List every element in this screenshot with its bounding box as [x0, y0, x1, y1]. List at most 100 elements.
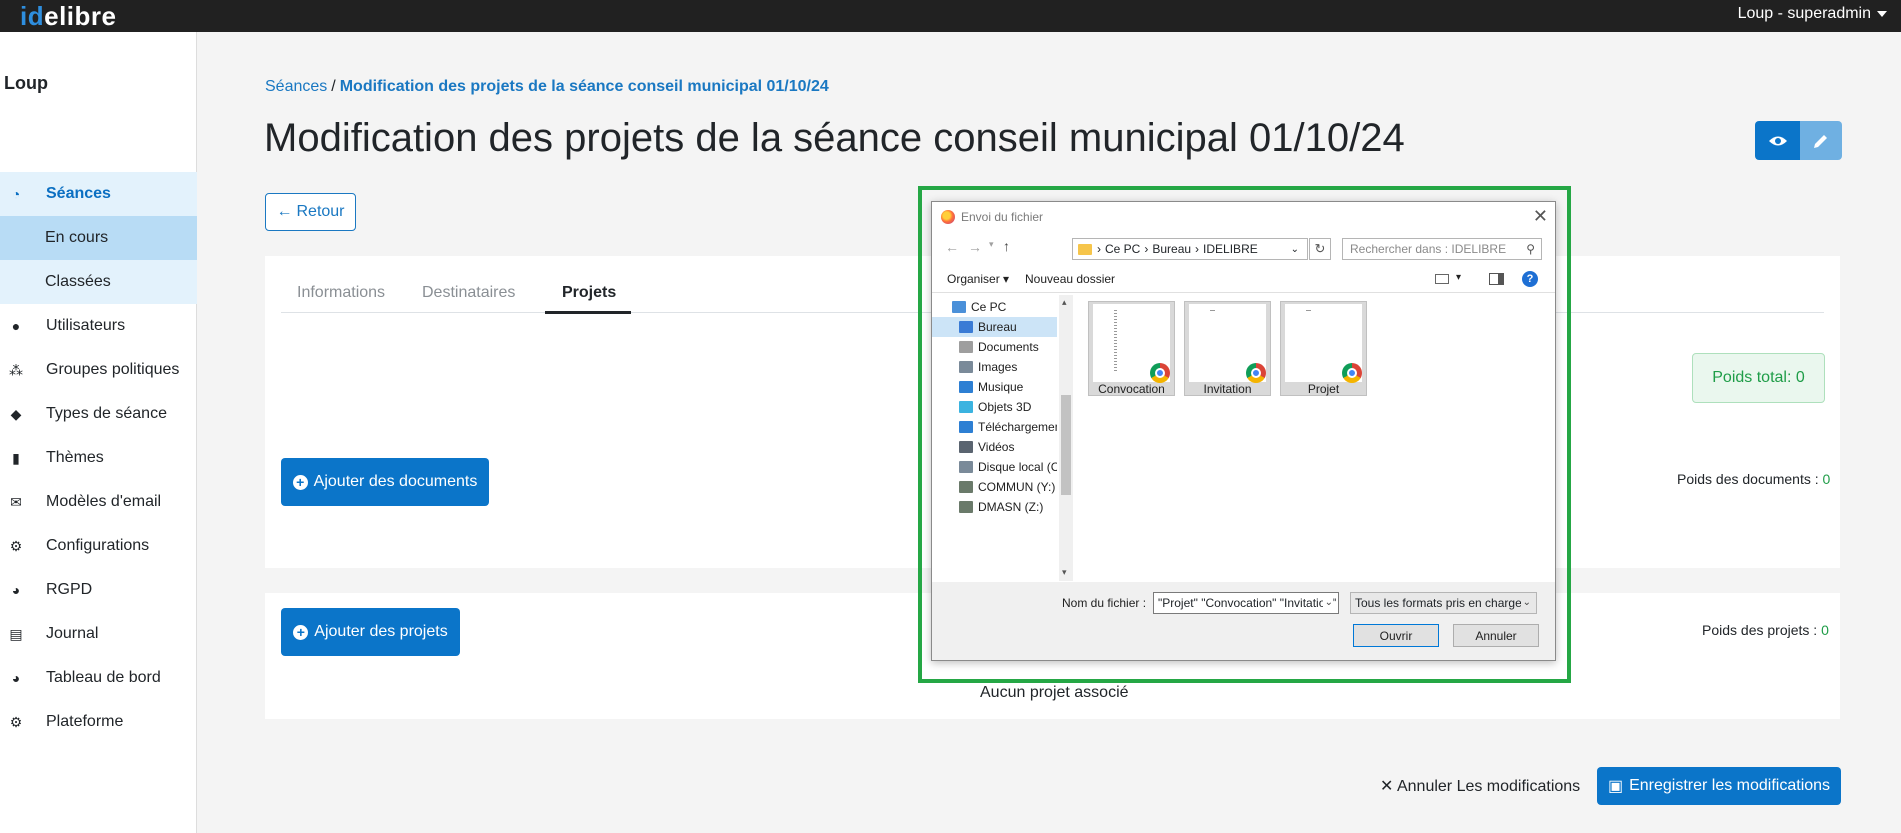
cancel-changes-button[interactable]: ✕ Annuler Les modifications — [1380, 776, 1580, 796]
tree-item-disque-local[interactable]: Disque local (C:) — [932, 457, 1057, 477]
arrow-left-icon: ← — [276, 203, 293, 220]
close-icon[interactable]: ✕ — [1533, 206, 1548, 227]
dialog-cancel-button[interactable]: Annuler — [1453, 624, 1539, 647]
dashboard-icon: ◕ — [11, 670, 21, 686]
documents-icon — [959, 341, 973, 353]
sidebar-item-plateforme[interactable]: ⚙ Plateforme — [0, 700, 197, 744]
sidebar-item-en-cours[interactable]: En cours — [0, 216, 197, 260]
chevron-down-icon[interactable]: ▾ — [1062, 567, 1067, 578]
path-segment[interactable]: IDELIBRE — [1203, 242, 1258, 256]
back-button[interactable]: ← Retour — [265, 193, 356, 231]
preview-pane-icon[interactable] — [1489, 273, 1504, 285]
tree-item-documents[interactable]: Documents — [932, 337, 1057, 357]
sidebar-item-types-de-seance[interactable]: ◆ Types de séance — [0, 392, 197, 436]
sidebar-item-journal[interactable]: ▤ Journal — [0, 612, 197, 656]
dialog-toolbar: Organiser ▾ Nouveau dossier ▾ ? — [932, 265, 1555, 293]
chrome-icon — [1246, 363, 1266, 383]
sidebar-item-themes[interactable]: ▮ Thèmes — [0, 436, 197, 480]
total-weight-badge: Poids total: 0 — [1692, 353, 1825, 403]
user-icon: ● — [11, 318, 21, 334]
tree-item-musique[interactable]: Musique — [932, 377, 1057, 397]
plus-circle-icon: + — [292, 474, 308, 490]
tree-item-objets-3d[interactable]: Objets 3D — [932, 397, 1057, 417]
filename-input[interactable]: "Projet" "Convocation" "Invitation" ⌄ — [1153, 592, 1339, 614]
refresh-button[interactable]: ↻ — [1309, 238, 1331, 260]
breadcrumb: Séances / Modification des projets de la s… — [265, 78, 829, 96]
new-folder-button[interactable]: Nouveau dossier — [1025, 272, 1115, 286]
breadcrumb-seances-link[interactable]: Séances — [265, 78, 327, 95]
sidebar-item-rgpd[interactable]: ◕ RGPD — [0, 568, 197, 612]
edit-button[interactable] — [1800, 121, 1842, 160]
path-segment[interactable]: Bureau — [1152, 242, 1191, 256]
dashboard-icon: ◕ — [11, 582, 21, 598]
pencil-icon — [1814, 134, 1827, 148]
top-bar: idelibre Loup - superadmin — [0, 0, 1901, 32]
back-arrow-icon[interactable]: ← — [945, 239, 959, 255]
tree-item-bureau[interactable]: Bureau — [932, 317, 1057, 337]
scrollbar-thumb[interactable] — [1061, 395, 1071, 495]
chevron-down-icon: ⌄ — [1520, 597, 1531, 608]
sidebar-item-modeles-email[interactable]: ✉ Modèles d'email — [0, 480, 197, 524]
folder-icon — [1078, 243, 1092, 255]
tree-item-images[interactable]: Images — [932, 357, 1057, 377]
file-type-select[interactable]: Tous les formats pris en charge ⌄ — [1350, 592, 1537, 614]
tree-item-commun[interactable]: COMMUN (Y:) — [932, 477, 1057, 497]
view-options-icon[interactable] — [1435, 274, 1449, 284]
organize-menu[interactable]: Organiser ▾ — [947, 272, 1009, 286]
sidebar-item-tableau-de-bord[interactable]: ◕ Tableau de bord — [0, 656, 197, 700]
dialog-title: Envoi du fichier — [961, 210, 1044, 224]
desktop-icon — [959, 321, 973, 333]
user-menu[interactable]: Loup - superadmin — [1738, 5, 1887, 23]
chevron-down-icon[interactable]: ⌄ — [1322, 597, 1333, 608]
sidebar-item-classees[interactable]: Classées — [0, 260, 197, 304]
gauge-icon: ◔ — [11, 186, 21, 202]
gears-icon: ⚙ — [9, 713, 23, 730]
chrome-icon — [1150, 363, 1170, 383]
file-item-invitation[interactable]: Invitation — [1184, 301, 1271, 396]
sidebar-item-groupes-politiques[interactable]: ⁂ Groupes politiques — [0, 348, 197, 392]
forward-arrow-icon[interactable]: → — [968, 239, 982, 255]
sidebar-item-utilisateurs[interactable]: ● Utilisateurs — [0, 304, 197, 348]
download-icon — [959, 421, 973, 433]
caret-down-icon — [1877, 10, 1887, 17]
chevron-down-icon[interactable]: ▾ — [989, 239, 994, 250]
address-bar[interactable]: › Ce PC › Bureau › IDELIBRE ⌄ — [1072, 238, 1308, 260]
tree-item-telechargements[interactable]: Téléchargements — [932, 417, 1057, 437]
video-icon — [959, 441, 973, 453]
tree-item-ce-pc[interactable]: Ce PC — [932, 297, 1057, 317]
chevron-down-icon[interactable]: ⌄ — [1291, 244, 1299, 255]
dialog-title-bar[interactable]: Envoi du fichier ✕ — [932, 202, 1555, 232]
gear-icon: ⚙ — [9, 537, 23, 554]
help-icon[interactable]: ? — [1522, 271, 1538, 287]
file-upload-dialog: Envoi du fichier ✕ ← → ▾ ↑ › Ce PC › Burea… — [931, 201, 1556, 661]
breadcrumb-current[interactable]: Modification des projets de la séance co… — [340, 78, 829, 95]
file-item-projet[interactable]: Projet — [1280, 301, 1367, 396]
tree-item-dmasn[interactable]: DMASN (Z:) — [932, 497, 1057, 517]
add-documents-button[interactable]: + Ajouter des documents — [281, 458, 489, 506]
preview-button[interactable] — [1755, 121, 1800, 160]
chevron-up-icon[interactable]: ▴ — [1062, 297, 1067, 308]
chrome-icon — [1342, 363, 1362, 383]
documents-weight: Poids des documents : 0 — [1677, 471, 1831, 487]
save-changes-button[interactable]: ▣ Enregistrer les modifications — [1597, 767, 1841, 805]
open-button[interactable]: Ouvrir — [1353, 624, 1439, 647]
app-logo[interactable]: idelibre — [20, 1, 116, 32]
breadcrumb-separator: / — [331, 78, 336, 95]
sidebar-item-configurations[interactable]: ⚙ Configurations — [0, 524, 197, 568]
sidebar-item-seances[interactable]: ◔ Séances — [0, 172, 197, 216]
tab-destinataires[interactable]: Destinataires — [422, 284, 515, 302]
add-projects-button[interactable]: + Ajouter des projets — [281, 608, 460, 656]
tree-scrollbar[interactable]: ▴ ▾ — [1059, 295, 1073, 581]
tab-informations[interactable]: Informations — [297, 284, 385, 302]
up-arrow-icon[interactable]: ↑ — [1003, 238, 1010, 254]
tag-icon: ◆ — [10, 405, 22, 422]
save-icon: ▣ — [1607, 778, 1624, 795]
computer-icon — [952, 301, 966, 313]
file-item-convocation[interactable]: Convocation — [1088, 301, 1175, 396]
search-input[interactable]: Rechercher dans : IDELIBRE ⚲ — [1342, 238, 1542, 260]
tab-projets[interactable]: Projets — [562, 284, 616, 302]
tree-item-videos[interactable]: Vidéos — [932, 437, 1057, 457]
path-segment[interactable]: Ce PC — [1105, 242, 1140, 256]
network-drive-icon — [959, 501, 973, 513]
chevron-down-icon[interactable]: ▾ — [1456, 272, 1461, 283]
